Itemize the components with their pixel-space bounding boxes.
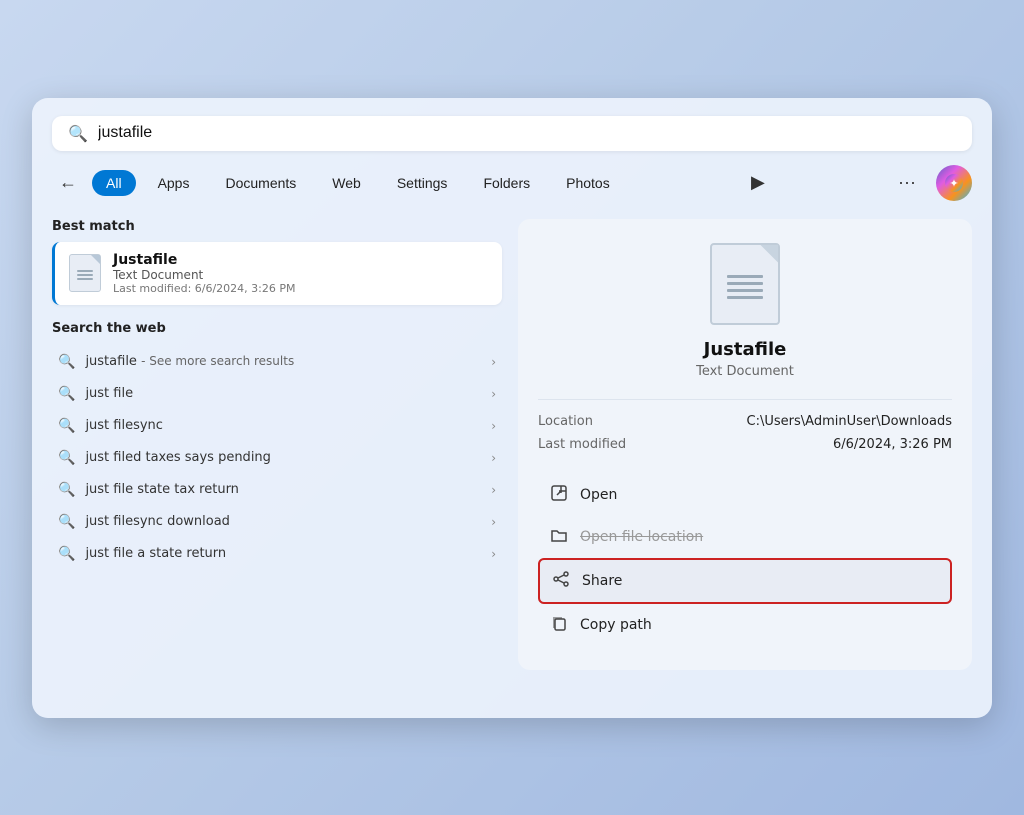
meta-modified-val: 6/6/2024, 3:26 PM: [833, 437, 952, 452]
best-match-item[interactable]: Justafile Text Document Last modified: 6…: [52, 242, 502, 305]
copy-path-label: Copy path: [580, 617, 652, 633]
chevron-right-icon: ›: [491, 419, 496, 433]
search-input[interactable]: [98, 124, 956, 142]
list-item[interactable]: 🔍 just file state tax return ›: [52, 474, 502, 506]
folder-icon: [550, 526, 568, 548]
filter-settings[interactable]: Settings: [383, 170, 462, 196]
search-bar: 🔍: [52, 116, 972, 151]
search-icon: 🔍: [58, 514, 75, 530]
share-action[interactable]: Share: [538, 558, 952, 604]
copilot-icon[interactable]: ✦: [936, 165, 972, 201]
best-match-label: Best match: [52, 219, 502, 234]
chevron-right-icon: ›: [491, 483, 496, 497]
detail-file-name: Justafile: [704, 339, 787, 360]
chevron-right-icon: ›: [491, 515, 496, 529]
chevron-right-icon: ›: [491, 547, 496, 561]
search-icon: 🔍: [58, 450, 75, 466]
left-panel: Best match Justafile Text Document Last …: [52, 219, 502, 670]
filter-apps[interactable]: Apps: [144, 170, 204, 196]
search-icon: 🔍: [58, 546, 75, 562]
web-search-text: just filed taxes says pending: [85, 450, 270, 465]
filter-photos[interactable]: Photos: [552, 170, 624, 196]
meta-modified-row: Last modified 6/6/2024, 3:26 PM: [538, 437, 952, 452]
copy-icon: [550, 614, 568, 636]
file-metadata: Location C:\Users\AdminUser\Downloads La…: [538, 399, 952, 460]
main-content: Best match Justafile Text Document Last …: [52, 219, 972, 670]
list-item[interactable]: 🔍 justafile - See more search results ›: [52, 346, 502, 378]
filter-bar: ← All Apps Documents Web Settings Folder…: [52, 165, 972, 201]
meta-modified-key: Last modified: [538, 437, 626, 452]
web-search-text: just filesync: [85, 418, 163, 433]
meta-location-key: Location: [538, 414, 593, 429]
web-search-text: just filesync download: [85, 514, 230, 529]
copy-path-action[interactable]: Copy path: [538, 604, 952, 646]
search-icon: 🔍: [58, 354, 75, 370]
meta-location-row: Location C:\Users\AdminUser\Downloads: [538, 414, 952, 429]
filter-documents[interactable]: Documents: [211, 170, 310, 196]
web-search-label: Search the web: [52, 321, 502, 336]
best-match-type: Text Document: [113, 268, 488, 282]
web-search-text: just file a state return: [85, 546, 226, 561]
search-panel: 🔍 ← All Apps Documents Web Settings Fold…: [32, 98, 992, 718]
share-label: Share: [582, 573, 622, 589]
open-action[interactable]: Open: [538, 474, 952, 516]
open-label: Open: [580, 487, 617, 503]
list-item[interactable]: 🔍 just filesync download ›: [52, 506, 502, 538]
best-match-name: Justafile: [113, 252, 488, 268]
more-button[interactable]: ···: [892, 168, 922, 197]
search-icon: 🔍: [58, 418, 75, 434]
search-icon: 🔍: [58, 386, 75, 402]
svg-text:✦: ✦: [949, 177, 958, 190]
list-item[interactable]: 🔍 just filed taxes says pending ›: [52, 442, 502, 474]
meta-location-val: C:\Users\AdminUser\Downloads: [747, 414, 952, 429]
file-icon-small: [69, 254, 101, 292]
filter-folders[interactable]: Folders: [469, 170, 544, 196]
back-button[interactable]: ←: [52, 167, 84, 199]
detail-file-type: Text Document: [696, 364, 794, 379]
list-item[interactable]: 🔍 just file ›: [52, 378, 502, 410]
action-list: Open Open file location: [538, 474, 952, 646]
detail-panel: Justafile Text Document Location C:\User…: [518, 219, 972, 670]
web-search-text: just file: [85, 386, 133, 401]
chevron-right-icon: ›: [491, 387, 496, 401]
open-location-action[interactable]: Open file location: [538, 516, 952, 558]
play-button[interactable]: ▶: [745, 168, 771, 197]
chevron-right-icon: ›: [491, 451, 496, 465]
web-search-text: just file state tax return: [85, 482, 239, 497]
open-location-label: Open file location: [580, 529, 703, 545]
list-item[interactable]: 🔍 just file a state return ›: [52, 538, 502, 570]
open-icon: [550, 484, 568, 506]
best-match-date: Last modified: 6/6/2024, 3:26 PM: [113, 282, 488, 295]
filter-all[interactable]: All: [92, 170, 136, 196]
best-match-info: Justafile Text Document Last modified: 6…: [113, 252, 488, 295]
search-icon: 🔍: [58, 482, 75, 498]
file-icon-large: [710, 243, 780, 325]
filter-web[interactable]: Web: [318, 170, 375, 196]
list-item[interactable]: 🔍 just filesync ›: [52, 410, 502, 442]
chevron-right-icon: ›: [491, 355, 496, 369]
web-search-text: justafile - See more search results: [85, 354, 294, 369]
search-icon: 🔍: [68, 124, 88, 143]
share-icon: [552, 570, 570, 592]
